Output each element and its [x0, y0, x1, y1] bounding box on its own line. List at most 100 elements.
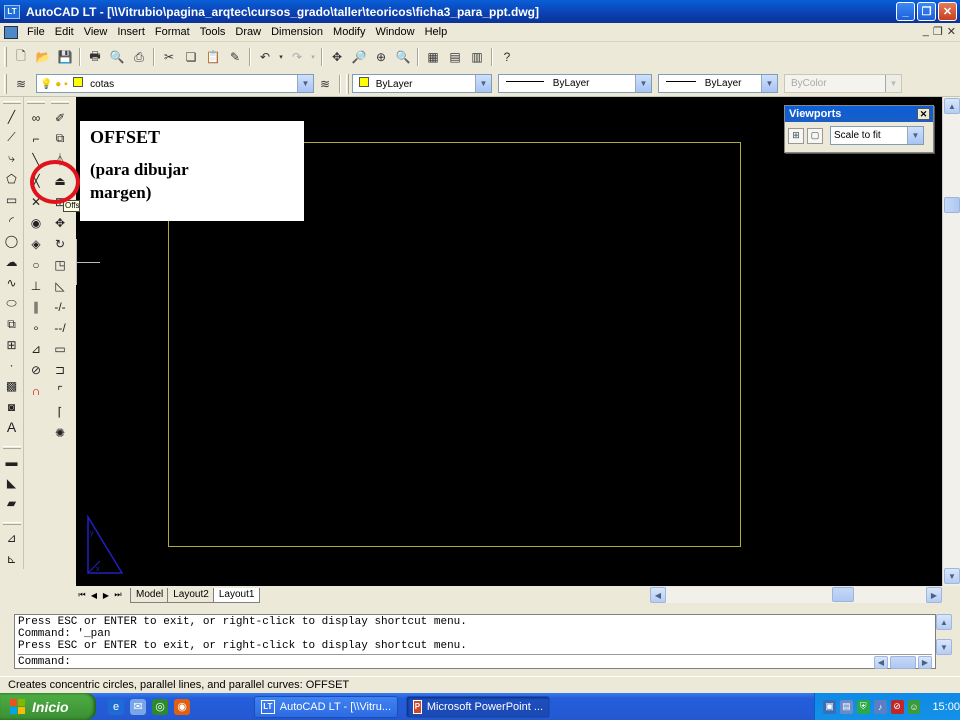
- horizontal-scroll-thumb[interactable]: [890, 655, 916, 669]
- volume-icon[interactable]: ♪: [873, 699, 887, 714]
- polygon-icon[interactable]: ⬠: [2, 170, 22, 190]
- menu-draw[interactable]: Draw: [230, 26, 266, 38]
- minimize-button[interactable]: _: [896, 2, 915, 21]
- osnap-endpoint-icon[interactable]: ∞: [26, 108, 46, 128]
- zoom-previous-icon[interactable]: 🔍: [393, 47, 413, 67]
- undo-dropdown-icon[interactable]: ▾: [277, 47, 285, 67]
- point-icon[interactable]: ·: [2, 356, 22, 376]
- horizontal-scrollbar[interactable]: ◀ ▶: [650, 587, 942, 603]
- line-icon[interactable]: ╱: [2, 107, 22, 127]
- scroll-down-button[interactable]: ▼: [944, 568, 960, 584]
- close-icon[interactable]: ✕: [917, 108, 930, 120]
- zoom-window-icon[interactable]: ⊕: [371, 47, 391, 67]
- clock[interactable]: 15:00: [932, 701, 960, 713]
- osnap-center-icon[interactable]: ◉: [26, 213, 46, 233]
- paste-icon[interactable]: 📋: [203, 47, 223, 67]
- toolbar-grip[interactable]: [2, 521, 21, 525]
- scroll-left-button[interactable]: ◀: [650, 587, 666, 603]
- scroll-up-button[interactable]: ▲: [936, 614, 952, 630]
- tab-layout1[interactable]: Layout1: [212, 587, 261, 603]
- shield-icon[interactable]: ⛨: [856, 699, 870, 714]
- last-tab-icon[interactable]: ⏭: [112, 589, 124, 602]
- copy-icon[interactable]: ❏: [181, 47, 201, 67]
- network-icon[interactable]: ▣: [823, 699, 836, 714]
- menu-help[interactable]: Help: [420, 26, 453, 38]
- start-button[interactable]: Inicio: [0, 693, 96, 720]
- messenger-icon[interactable]: ☺: [907, 699, 921, 714]
- next-tab-icon[interactable]: ▶: [100, 589, 112, 602]
- stretch-icon[interactable]: ◺: [50, 276, 70, 296]
- layer-dropdown[interactable]: 💡 ● ▪ cotas ▼: [36, 74, 314, 93]
- osnap-none-icon[interactable]: ⊘: [26, 360, 46, 380]
- print-preview-icon[interactable]: 🔍: [107, 47, 127, 67]
- horizontal-scroll-thumb[interactable]: [832, 587, 854, 602]
- toolbar-grip[interactable]: [2, 101, 21, 104]
- osnap-midpoint-icon[interactable]: ⌐: [26, 129, 46, 149]
- media-icon[interactable]: ◉: [174, 698, 190, 715]
- first-tab-icon[interactable]: ⏮: [76, 589, 88, 602]
- doc-restore-button[interactable]: ❐: [933, 25, 943, 38]
- osnap-nearest-icon[interactable]: ⊿: [26, 339, 46, 359]
- browser-icon[interactable]: ◎: [152, 698, 168, 715]
- viewport-scale-dropdown[interactable]: Scale to fit ▼: [830, 126, 924, 145]
- zoom-realtime-icon[interactable]: 🔎: [349, 47, 369, 67]
- save-icon[interactable]: 💾: [55, 47, 75, 67]
- vertical-scroll-thumb[interactable]: [944, 197, 960, 213]
- menu-view[interactable]: View: [79, 26, 113, 38]
- toolbar-grip[interactable]: [4, 47, 7, 67]
- security-alert-icon[interactable]: ⊘: [890, 699, 904, 714]
- tab-model[interactable]: Model: [130, 587, 170, 603]
- chamfer-icon[interactable]: ⌜: [50, 381, 70, 401]
- undo-icon[interactable]: ↶: [255, 47, 275, 67]
- menu-insert[interactable]: Insert: [112, 26, 150, 38]
- command-prompt-input[interactable]: Command:: [18, 654, 932, 668]
- restore-button[interactable]: ❐: [917, 2, 936, 21]
- internet-explorer-icon[interactable]: e: [108, 698, 124, 715]
- document-icon[interactable]: [4, 25, 18, 39]
- copy-object-icon[interactable]: ⧉: [50, 129, 70, 149]
- revision-cloud-icon[interactable]: ☁: [2, 252, 22, 272]
- redo-icon[interactable]: ↷: [287, 47, 307, 67]
- insert-block-icon[interactable]: ⧉: [2, 314, 22, 334]
- viewports-title[interactable]: Viewports: [785, 106, 933, 122]
- scroll-right-button[interactable]: ▶: [918, 655, 932, 669]
- scroll-right-button[interactable]: ▶: [926, 587, 942, 603]
- color-dropdown[interactable]: ByLayer ▼: [352, 74, 492, 93]
- polyline-icon[interactable]: ⤷: [2, 149, 22, 169]
- chevron-down-icon[interactable]: ▼: [475, 75, 491, 92]
- osnap-perpendicular-icon[interactable]: ⊥: [26, 276, 46, 296]
- viewports-dialog-icon[interactable]: ⊞: [788, 127, 804, 144]
- menu-dimension[interactable]: Dimension: [266, 26, 328, 38]
- scroll-left-button[interactable]: ◀: [874, 655, 888, 669]
- erase-icon[interactable]: ✐: [50, 108, 70, 128]
- display-icon[interactable]: ▤: [839, 699, 853, 714]
- chevron-down-icon[interactable]: ▼: [635, 75, 651, 92]
- prev-tab-icon[interactable]: ◀: [88, 589, 100, 602]
- region-icon[interactable]: ◙: [2, 397, 22, 417]
- join-icon[interactable]: ⊐: [50, 360, 70, 380]
- pan-icon[interactable]: ✥: [327, 47, 347, 67]
- fillet-icon[interactable]: ⌈: [50, 402, 70, 422]
- osnap-settings-icon[interactable]: ∩: [26, 381, 46, 401]
- toolbar-grip[interactable]: [2, 445, 21, 449]
- construction-line-icon[interactable]: ⟋: [2, 128, 22, 148]
- multiline-text-icon[interactable]: A: [2, 418, 22, 438]
- help-icon[interactable]: ?: [497, 47, 517, 67]
- osnap-quadrant-icon[interactable]: ◈: [26, 234, 46, 254]
- command-vertical-scrollbar[interactable]: ▲ ▼: [936, 614, 954, 655]
- arc-icon[interactable]: ◜: [2, 211, 22, 231]
- lineweight-dropdown[interactable]: ByLayer ▼: [658, 74, 778, 93]
- chevron-down-icon[interactable]: ▼: [297, 75, 313, 92]
- autocad-app-icon[interactable]: LT: [4, 4, 20, 19]
- scale-icon[interactable]: ◳: [50, 255, 70, 275]
- move-icon[interactable]: ✥: [50, 213, 70, 233]
- linetype-dropdown[interactable]: ByLayer ▼: [498, 74, 652, 93]
- email-icon[interactable]: ✉: [130, 698, 146, 715]
- chevron-down-icon[interactable]: ▼: [761, 75, 777, 92]
- hatch-icon[interactable]: ▩: [2, 376, 22, 396]
- close-button[interactable]: ✕: [938, 2, 957, 21]
- command-history[interactable]: Press ESC or ENTER to exit, or right-cli…: [14, 614, 936, 669]
- cut-icon[interactable]: ✂: [159, 47, 179, 67]
- menu-window[interactable]: Window: [370, 26, 419, 38]
- single-viewport-icon[interactable]: ▢: [807, 127, 823, 144]
